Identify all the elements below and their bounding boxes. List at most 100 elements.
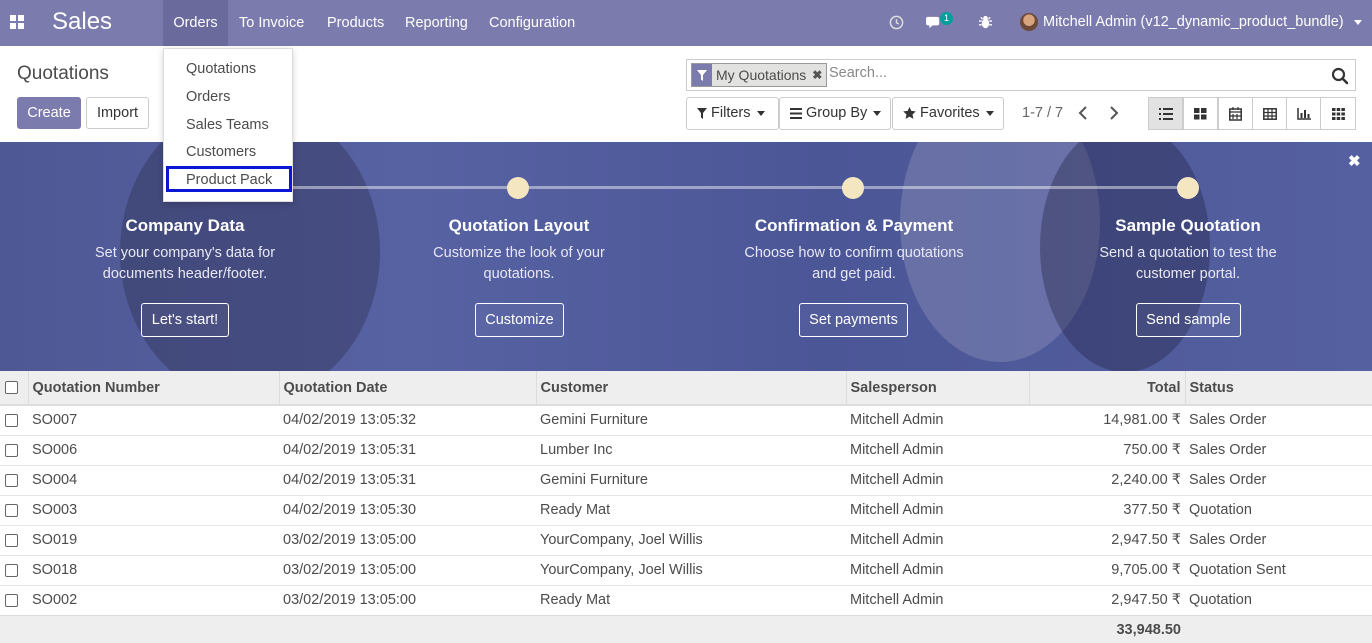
step-desc-line: quotations. [483, 266, 555, 282]
table-row[interactable]: SO019 03/02/2019 13:05:00 YourCompany, Joe… [0, 524, 1372, 555]
pivot-view-icon[interactable] [1252, 97, 1287, 130]
menu-to-invoice[interactable]: To Invoice [229, 0, 314, 46]
chevron-down-icon [1353, 19, 1362, 25]
step-title-company-data: Company Data [125, 216, 245, 235]
graph-view-icon[interactable] [1286, 97, 1321, 130]
customer-cell: YourCompany, Joel Willis [536, 554, 846, 585]
total-cell: 2,947.50 ₹ [1029, 584, 1185, 615]
column-header[interactable]: Total [1029, 371, 1186, 406]
menu-configuration[interactable]: Configuration [479, 0, 585, 46]
quotation-number-cell: SO007 [28, 404, 279, 435]
apps-menu-icon[interactable] [10, 15, 24, 29]
user-avatar[interactable] [1020, 13, 1038, 31]
filters-dropdown-button[interactable]: Filters [686, 97, 779, 130]
row-checkbox-cell[interactable] [0, 404, 28, 435]
row-checkbox-cell[interactable] [0, 434, 28, 465]
quotation-number-cell: SO018 [28, 554, 279, 585]
menu-item-quotations[interactable]: Quotations [186, 61, 256, 77]
menu-item-orders[interactable]: Orders [186, 89, 230, 105]
breadcrumb[interactable]: Quotations [17, 63, 109, 85]
menu-item-customers[interactable]: Customers [186, 144, 256, 160]
search-box[interactable]: My Quotations ✖ [686, 59, 1356, 91]
pager-previous-icon[interactable] [1078, 106, 1088, 120]
calendar-view-icon[interactable] [1218, 97, 1253, 130]
step-desc-line: Set your company's data for [94, 245, 276, 261]
search-icon[interactable] [1331, 67, 1349, 85]
customer-cell: Ready Mat [536, 494, 846, 525]
pager-value[interactable]: 1-7 / 7 [1022, 105, 1063, 121]
bars-icon [790, 107, 802, 119]
row-checkbox[interactable] [5, 413, 18, 427]
table-row[interactable]: SO018 03/02/2019 13:05:00 YourCompany, Joe… [0, 554, 1372, 585]
search-input[interactable] [829, 65, 1309, 81]
column-header[interactable]: Quotation Number [28, 371, 280, 406]
user-menu[interactable]: Mitchell Admin (v12_dynamic_product_bund… [1043, 14, 1362, 30]
row-checkbox-cell[interactable] [0, 494, 28, 525]
lets-start-button[interactable]: Let's start! [141, 303, 229, 337]
row-checkbox-cell[interactable] [0, 524, 28, 555]
column-header[interactable]: Salesperson [846, 371, 1030, 406]
step-desc-line: Send a quotation to test the [1099, 245, 1277, 261]
menu-item-sales-teams[interactable]: Sales Teams [186, 117, 269, 133]
status-cell: Quotation Sent [1185, 554, 1372, 585]
quotation-number-cell: SO019 [28, 524, 279, 555]
select-all-checkbox-cell[interactable] [0, 371, 29, 406]
pager-next-icon[interactable] [1109, 106, 1119, 120]
column-header[interactable]: Customer [536, 371, 847, 406]
quotation-number-cell: SO002 [28, 584, 279, 615]
row-checkbox-cell[interactable] [0, 554, 28, 585]
table-row[interactable]: SO002 03/02/2019 13:05:00 Ready Mat Mitchel… [0, 584, 1372, 615]
message-count-badge: 1 [940, 12, 954, 25]
quotation-date-cell: 03/02/2019 13:05:00 [279, 524, 536, 555]
favorites-dropdown-button[interactable]: Favorites [892, 97, 1004, 130]
menu-item-product-pack[interactable]: Product Pack [186, 172, 272, 188]
list-view-icon[interactable] [1148, 97, 1183, 130]
row-checkbox[interactable] [5, 563, 18, 577]
customer-cell: Gemini Furniture [536, 464, 846, 495]
table-row[interactable]: SO007 04/02/2019 13:05:32 Gemini Furniture… [0, 404, 1372, 435]
table-row[interactable]: SO003 04/02/2019 13:05:30 Ready Mat Mitchel… [0, 494, 1372, 525]
activity-clock-icon[interactable] [889, 15, 904, 30]
search-facet: My Quotations ✖ [691, 63, 828, 87]
chevron-down-icon [985, 110, 994, 116]
total-cell: 377.50 ₹ [1029, 494, 1185, 525]
row-checkbox[interactable] [5, 593, 18, 607]
customize-button[interactable]: Customize [475, 303, 564, 337]
import-button[interactable]: Import [86, 97, 149, 129]
status-cell: Sales Order [1185, 524, 1372, 555]
customer-cell: YourCompany, Joel Willis [536, 524, 846, 555]
step-desc-line: and get paid. [812, 266, 896, 282]
row-checkbox-cell[interactable] [0, 584, 28, 615]
menu-orders[interactable]: Orders [163, 0, 228, 46]
debug-bug-icon[interactable] [978, 14, 993, 30]
app-brand: Sales [52, 8, 113, 35]
onboarding-progress-line [185, 186, 1188, 189]
activity-view-icon[interactable] [1320, 97, 1356, 130]
create-button[interactable]: Create [17, 97, 81, 129]
salesperson-cell: Mitchell Admin [846, 404, 1029, 435]
status-cell: Sales Order [1185, 404, 1372, 435]
favorites-label: Favorites [920, 105, 980, 121]
groupby-dropdown-button[interactable]: Group By [779, 97, 891, 130]
column-header[interactable]: Status [1185, 371, 1372, 406]
facet-remove-icon[interactable]: ✖ [808, 64, 826, 86]
kanban-view-icon[interactable] [1183, 97, 1218, 130]
table-row[interactable]: SO004 04/02/2019 13:05:31 Gemini Furniture… [0, 464, 1372, 495]
close-icon[interactable]: ✖ [1348, 152, 1361, 170]
set-payments-button[interactable]: Set payments [799, 303, 908, 337]
step-desc-line: Customize the look of your [433, 245, 605, 261]
row-checkbox[interactable] [5, 503, 18, 517]
row-checkbox[interactable] [5, 473, 18, 487]
row-checkbox[interactable] [5, 443, 18, 457]
menu-products[interactable]: Products [317, 0, 394, 46]
table-header-row: Quotation Number Quotation Date Customer… [0, 371, 1372, 406]
table-row[interactable]: SO006 04/02/2019 13:05:31 Lumber Inc Mitche… [0, 434, 1372, 465]
chevron-down-icon [873, 110, 882, 116]
row-checkbox[interactable] [5, 533, 18, 547]
quotations-table: Quotation Number Quotation Date Customer… [0, 371, 1372, 643]
column-header[interactable]: Quotation Date [279, 371, 537, 406]
select-all-checkbox[interactable] [5, 381, 18, 395]
row-checkbox-cell[interactable] [0, 464, 28, 495]
menu-reporting[interactable]: Reporting [395, 0, 478, 46]
send-sample-button[interactable]: Send sample [1136, 303, 1241, 337]
